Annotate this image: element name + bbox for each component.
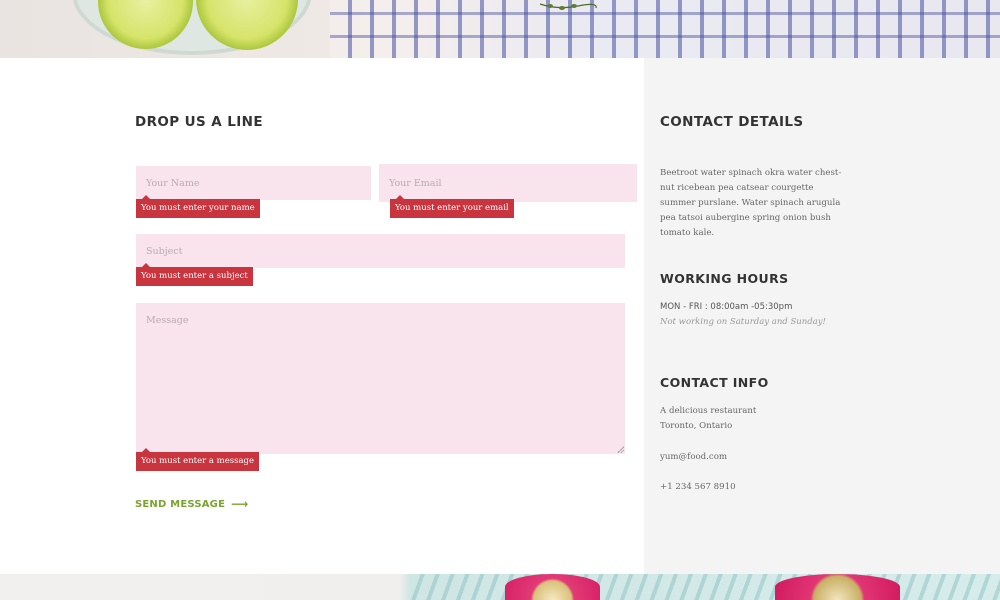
- contact-phone-link[interactable]: +1 234 567 8910: [660, 482, 736, 492]
- contact-details-heading: CONTACT DETAILS: [660, 114, 804, 130]
- working-hours-line: MON - FRI : 08:00am -05:30pm: [660, 302, 793, 312]
- address-line-2: Toronto, Ontario: [660, 421, 733, 431]
- footer-image-strip: [0, 574, 1000, 600]
- herb-sprig-image: [539, 3, 597, 10]
- send-message-label: SEND MESSAGE: [135, 499, 226, 510]
- email-error-tooltip: You must enter your email: [390, 195, 514, 218]
- working-hours-note: Not working on Saturday and Sunday!: [660, 317, 826, 327]
- resize-grip-icon[interactable]: [617, 446, 624, 453]
- send-message-button[interactable]: SEND MESSAGE ⟶: [135, 497, 249, 511]
- plate-pattern-image: [410, 574, 1000, 600]
- address-line-1: A delicious restaurant: [660, 406, 757, 416]
- form-heading: DROP US A LINE: [135, 114, 263, 130]
- dragonfruit-image: [775, 574, 900, 600]
- contact-details-panel: [644, 58, 1000, 574]
- hero-image-top: [0, 0, 1000, 58]
- subject-error-tooltip: You must enter a subject: [136, 263, 253, 286]
- message-error-tooltip: You must enter a message: [136, 448, 260, 471]
- name-field[interactable]: [136, 166, 371, 200]
- contact-info-heading: CONTACT INFO: [660, 375, 769, 390]
- subject-field[interactable]: [136, 234, 625, 268]
- dragonfruit-image: [505, 574, 600, 600]
- contact-email-link[interactable]: yum@food.com: [660, 452, 727, 462]
- contact-details-text: Beetroot water spinach okra water chest-…: [660, 168, 842, 238]
- working-hours-heading: WORKING HOURS: [660, 271, 789, 286]
- name-error-tooltip: You must enter your name: [136, 195, 260, 218]
- message-field[interactable]: [136, 303, 625, 454]
- email-field[interactable]: [379, 164, 637, 202]
- long-right-arrow-icon: ⟶: [231, 497, 249, 511]
